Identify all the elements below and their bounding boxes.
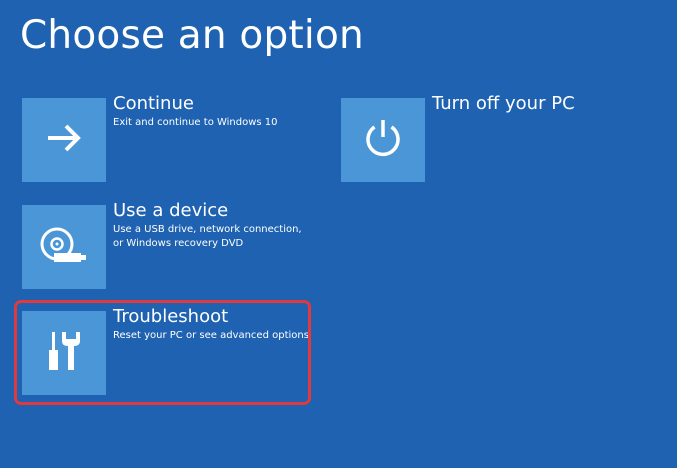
disc-drive-icon [39, 223, 89, 271]
turn-off-title: Turn off your PC [432, 93, 575, 114]
continue-tile[interactable] [22, 98, 106, 182]
use-device-option[interactable]: Use a device Use a USB drive, network co… [22, 200, 302, 289]
continue-label: Continue Exit and continue to Windows 10 [113, 93, 278, 130]
troubleshoot-tile[interactable] [22, 311, 106, 395]
use-device-title: Use a device [113, 200, 229, 221]
continue-description: Exit and continue to Windows 10 [113, 117, 278, 128]
turn-off-tile[interactable] [341, 98, 425, 182]
troubleshoot-description: Reset your PC or see advanced options [113, 330, 309, 341]
continue-title: Continue [113, 93, 194, 114]
troubleshoot-title: Troubleshoot [113, 306, 229, 327]
tools-icon [44, 328, 84, 378]
troubleshoot-option[interactable]: Troubleshoot Reset your PC or see advanc… [22, 306, 309, 395]
use-device-label: Use a device Use a USB drive, network co… [113, 200, 302, 251]
turn-off-option[interactable]: Turn off your PC [341, 93, 581, 182]
page-title: Choose an option [20, 13, 364, 58]
use-device-description-line1: Use a USB drive, network connection, [113, 224, 302, 235]
continue-option[interactable]: Continue Exit and continue to Windows 10 [22, 93, 292, 182]
use-device-description-line2: or Windows recovery DVD [113, 238, 244, 249]
use-device-tile[interactable] [22, 205, 106, 289]
power-icon [361, 116, 405, 164]
troubleshoot-label: Troubleshoot Reset your PC or see advanc… [113, 306, 309, 343]
arrow-right-icon [43, 117, 85, 163]
turn-off-label: Turn off your PC [432, 93, 575, 115]
